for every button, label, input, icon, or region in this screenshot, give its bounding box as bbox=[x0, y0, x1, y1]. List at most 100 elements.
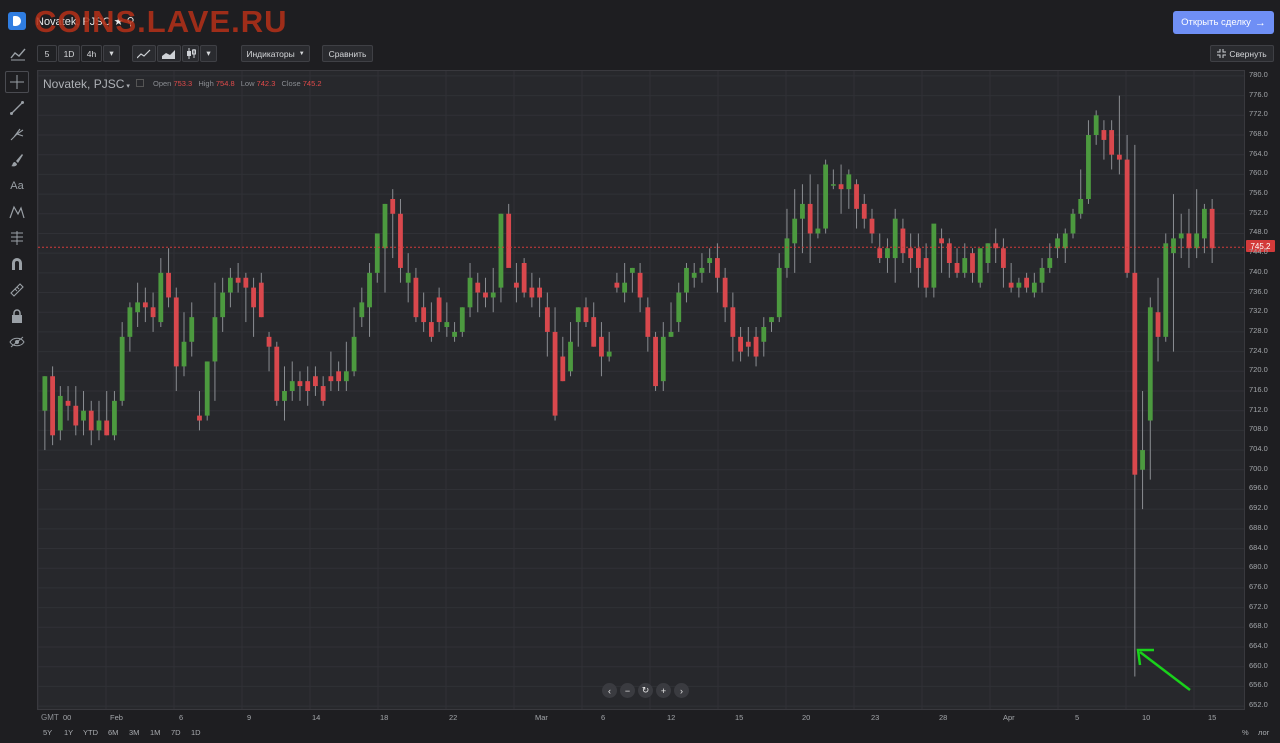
scroll-left-button[interactable]: ‹ bbox=[602, 683, 617, 698]
compare-button[interactable]: Сравнить bbox=[322, 45, 373, 62]
indicators-button[interactable]: Индикаторы ▼ bbox=[241, 45, 310, 62]
candle-body bbox=[475, 282, 481, 293]
range-7d-button[interactable]: 7D bbox=[171, 728, 181, 737]
candle-body bbox=[846, 174, 852, 190]
candle-body bbox=[173, 297, 179, 367]
interval-4h-button[interactable]: 4h bbox=[81, 45, 102, 62]
open-trade-button[interactable]: Открыть сделку → bbox=[1173, 11, 1274, 34]
magnet-tool[interactable] bbox=[7, 255, 27, 273]
interval-dropdown-button[interactable]: ▾ bbox=[103, 45, 120, 62]
candle-body bbox=[1031, 282, 1037, 293]
reset-button[interactable]: ↻ bbox=[638, 683, 653, 698]
ohlc-legend: Open 753.3 High 754.8 Low 742.3 Close 74… bbox=[153, 79, 326, 88]
scroll-right-button[interactable]: › bbox=[674, 683, 689, 698]
range-5y-button[interactable]: 5Y bbox=[43, 728, 52, 737]
range-1m-button[interactable]: 1M bbox=[150, 728, 160, 737]
candle-body bbox=[622, 282, 628, 293]
candle-body bbox=[204, 361, 210, 416]
candle-body bbox=[977, 248, 983, 283]
candle-body bbox=[506, 213, 512, 268]
candle-body bbox=[1116, 154, 1122, 160]
price-tick: 720.0 bbox=[1249, 365, 1268, 375]
candle-body bbox=[900, 228, 906, 254]
candle-body bbox=[398, 213, 403, 268]
candle-body bbox=[150, 307, 156, 318]
reset-icon: ↻ bbox=[641, 685, 650, 695]
candle-body bbox=[629, 267, 635, 273]
candle-chart-button[interactable] bbox=[182, 45, 199, 62]
candle-body bbox=[521, 263, 527, 293]
chart-type-icon[interactable] bbox=[10, 47, 26, 61]
lock-tool[interactable] bbox=[7, 307, 27, 325]
price-tick: 768.0 bbox=[1249, 129, 1268, 138]
crosshair-tool[interactable] bbox=[5, 71, 29, 93]
candle-body bbox=[645, 307, 651, 337]
candle-body bbox=[660, 336, 666, 382]
candle-body bbox=[96, 420, 102, 431]
range-6m-button[interactable]: 6M bbox=[108, 728, 118, 737]
chevron-down-icon: ▾ bbox=[206, 48, 211, 58]
candle-body bbox=[730, 307, 736, 337]
candle-body bbox=[351, 336, 357, 372]
candle-body bbox=[761, 327, 767, 342]
price-tick: 696.0 bbox=[1249, 483, 1268, 493]
time-tick: 15 bbox=[1208, 713, 1217, 722]
candle-body bbox=[537, 287, 542, 298]
candle-body bbox=[606, 351, 612, 357]
candle-body bbox=[104, 420, 110, 436]
line-chart-button[interactable] bbox=[132, 45, 156, 62]
price-tick: 704.0 bbox=[1249, 444, 1268, 454]
price-tick: 716.0 bbox=[1249, 385, 1268, 394]
candle-body bbox=[892, 218, 898, 259]
zoom-in-button[interactable]: + bbox=[656, 683, 671, 698]
text-tool[interactable]: Aa bbox=[7, 177, 27, 195]
pattern-icon bbox=[9, 205, 25, 219]
high-value: 754.8 bbox=[215, 79, 235, 88]
range-ytd-button[interactable]: YTD bbox=[83, 728, 98, 737]
chart-type-dropdown-button[interactable]: ▾ bbox=[200, 45, 217, 62]
instrument-name[interactable]: Novatek, PJSC ▾ bbox=[43, 77, 130, 91]
price-tick: 708.0 bbox=[1249, 424, 1268, 434]
interval-1d-button[interactable]: 1D bbox=[58, 45, 80, 62]
candle-body bbox=[1147, 307, 1153, 421]
candle-body bbox=[127, 307, 133, 337]
percent-scale-toggle[interactable]: % bbox=[1242, 728, 1249, 737]
candle-body bbox=[88, 410, 94, 431]
ruler-tool[interactable] bbox=[7, 281, 27, 299]
area-chart-button[interactable] bbox=[157, 45, 181, 62]
lock-icon bbox=[12, 309, 22, 323]
price-axis[interactable]: 745.2 780.0 776.0 772.0 768.0 764.0 760.0 756.… bbox=[1246, 70, 1280, 710]
candle-body bbox=[320, 386, 326, 401]
legend-settings-checkbox[interactable] bbox=[136, 79, 144, 87]
candle-body bbox=[374, 233, 380, 273]
pattern-tool[interactable] bbox=[7, 203, 27, 221]
zoom-out-button[interactable]: − bbox=[620, 683, 635, 698]
candle-body bbox=[1171, 238, 1176, 254]
candle-body bbox=[637, 272, 643, 298]
plus-icon: + bbox=[660, 685, 667, 696]
time-axis[interactable]: 00 Feb 6 9 14 18 22 Mar 6 12 15 20 23 28… bbox=[37, 710, 1246, 726]
time-tick: 14 bbox=[312, 713, 321, 722]
chart-toolbar: 5 1D 4h ▾ ▾ Индикаторы ▼ Сравнить bbox=[0, 44, 1280, 68]
candle-body bbox=[305, 381, 311, 391]
range-bar: 5Y 1Y YTD 6M 3M 1M 7D 1D % лог bbox=[37, 727, 1280, 743]
trend-line-tool[interactable] bbox=[7, 99, 27, 117]
log-scale-toggle[interactable]: лог bbox=[1258, 728, 1269, 737]
time-tick: Apr bbox=[1003, 713, 1015, 722]
candle-body bbox=[57, 395, 63, 431]
fork-tool[interactable] bbox=[7, 125, 27, 143]
range-1d-button[interactable]: 1D bbox=[191, 728, 201, 737]
collapse-button[interactable]: Свернуть bbox=[1210, 45, 1274, 62]
interval-5-button[interactable]: 5 bbox=[37, 45, 57, 62]
chart-panel[interactable]: Novatek, PJSC ▾ Open 753.3 High 754.8 Lo… bbox=[37, 70, 1245, 710]
candle-body bbox=[390, 199, 396, 214]
price-tick: 688.0 bbox=[1249, 522, 1268, 532]
brush-tool[interactable] bbox=[7, 151, 27, 169]
range-3m-button[interactable]: 3M bbox=[129, 728, 139, 737]
chevron-down-icon: ▼ bbox=[298, 50, 305, 57]
candle-body bbox=[869, 218, 875, 234]
candle-body bbox=[807, 203, 813, 234]
fibonacci-tool[interactable] bbox=[7, 229, 27, 247]
range-1y-button[interactable]: 1Y bbox=[64, 728, 73, 737]
hide-drawings-tool[interactable] bbox=[7, 333, 27, 351]
